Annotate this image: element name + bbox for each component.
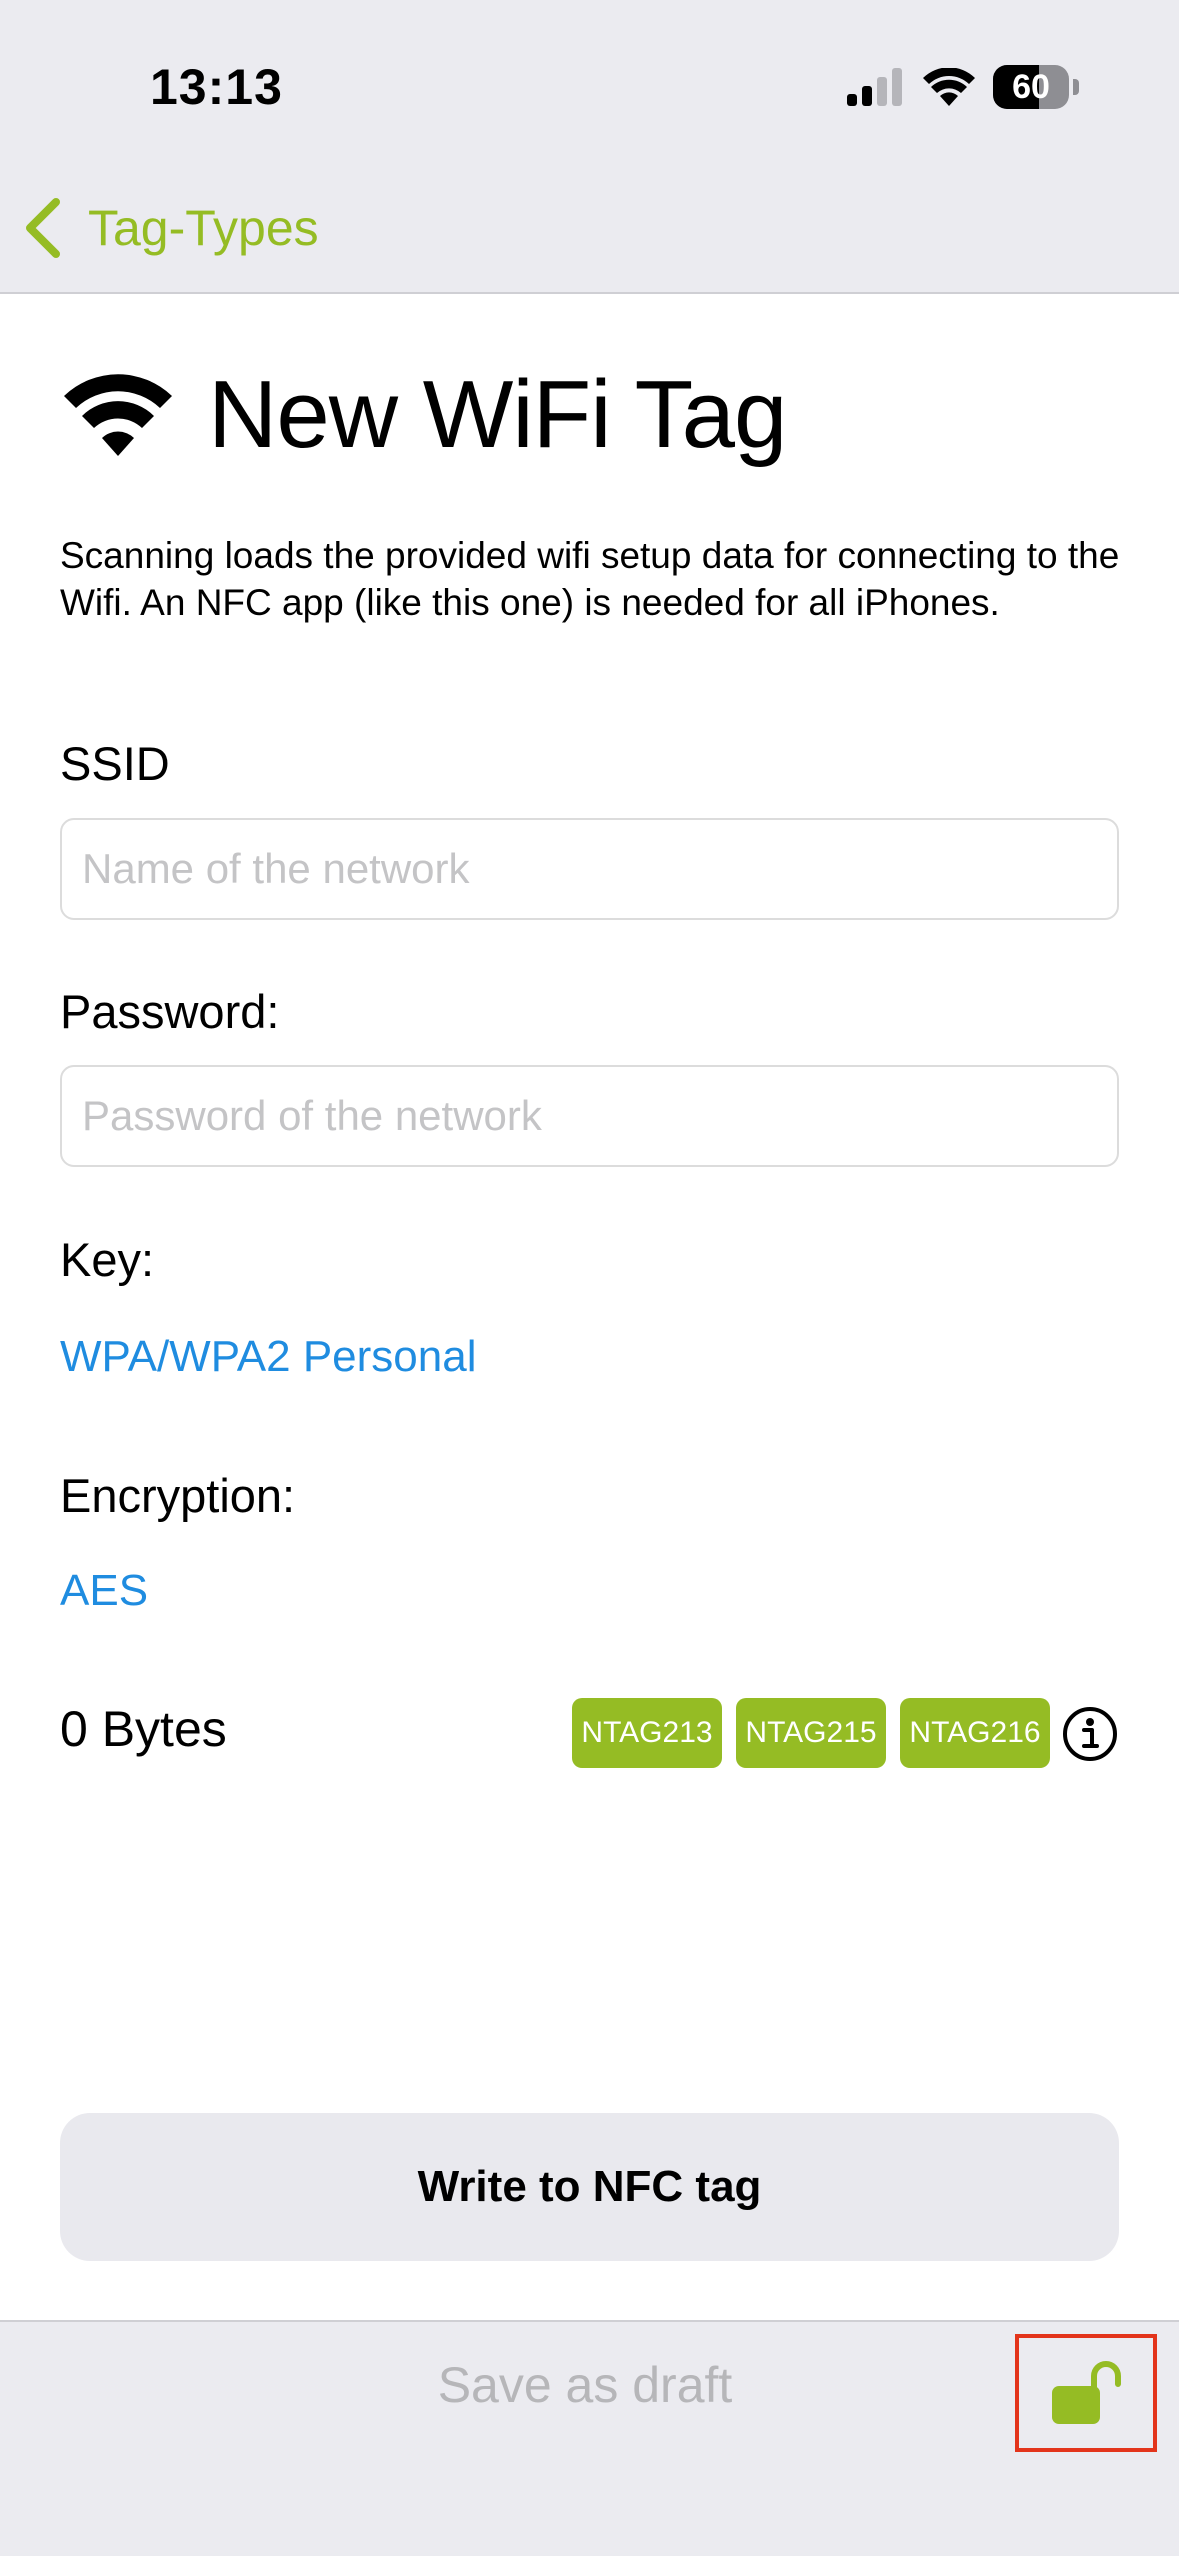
- tag-badge: NTAG215: [736, 1698, 886, 1768]
- wifi-status-icon: [923, 68, 975, 106]
- encryption-picker[interactable]: AES: [60, 1566, 148, 1616]
- cellular-signal-icon: [847, 68, 902, 106]
- status-icons: 60: [847, 64, 1079, 110]
- byte-count: 0 Bytes: [60, 1701, 227, 1757]
- key-picker[interactable]: WPA/WPA2 Personal: [60, 1332, 477, 1382]
- status-time: 13:13: [150, 59, 283, 115]
- description-text: Scanning loads the provided wifi setup d…: [60, 535, 1120, 623]
- tag-compatibility-list: NTAG213 NTAG215 NTAG216: [572, 1698, 1050, 1768]
- battery-level: 60: [1012, 68, 1050, 106]
- lock-toggle-button[interactable]: [1015, 2334, 1157, 2452]
- top-bar: 13:13 60 Tag-Types: [0, 0, 1179, 294]
- tag-badge: NTAG213: [572, 1698, 722, 1768]
- title-row: New WiFi Tag: [64, 360, 787, 470]
- password-input[interactable]: [60, 1065, 1119, 1167]
- key-label: Key:: [60, 1233, 155, 1286]
- info-circle-icon[interactable]: [1062, 1706, 1118, 1762]
- chevron-left-icon: [26, 198, 60, 258]
- ssid-input[interactable]: [60, 818, 1119, 920]
- page-title: New WiFi Tag: [208, 361, 787, 468]
- tag-badge: NTAG216: [900, 1698, 1050, 1768]
- password-label: Password:: [60, 985, 280, 1038]
- save-draft-button[interactable]: Save as draft: [0, 2356, 1170, 2414]
- write-to-nfc-button[interactable]: Write to NFC tag: [60, 2113, 1119, 2261]
- wifi-icon: [64, 374, 172, 456]
- ssid-label: SSID: [60, 737, 170, 790]
- encryption-label: Encryption:: [60, 1469, 296, 1522]
- unlocked-padlock-icon: [1052, 2361, 1121, 2424]
- battery-icon: 60: [993, 65, 1069, 109]
- back-label: Tag-Types: [88, 200, 319, 256]
- battery-nub: [1073, 79, 1079, 95]
- back-button[interactable]: Tag-Types: [22, 188, 319, 268]
